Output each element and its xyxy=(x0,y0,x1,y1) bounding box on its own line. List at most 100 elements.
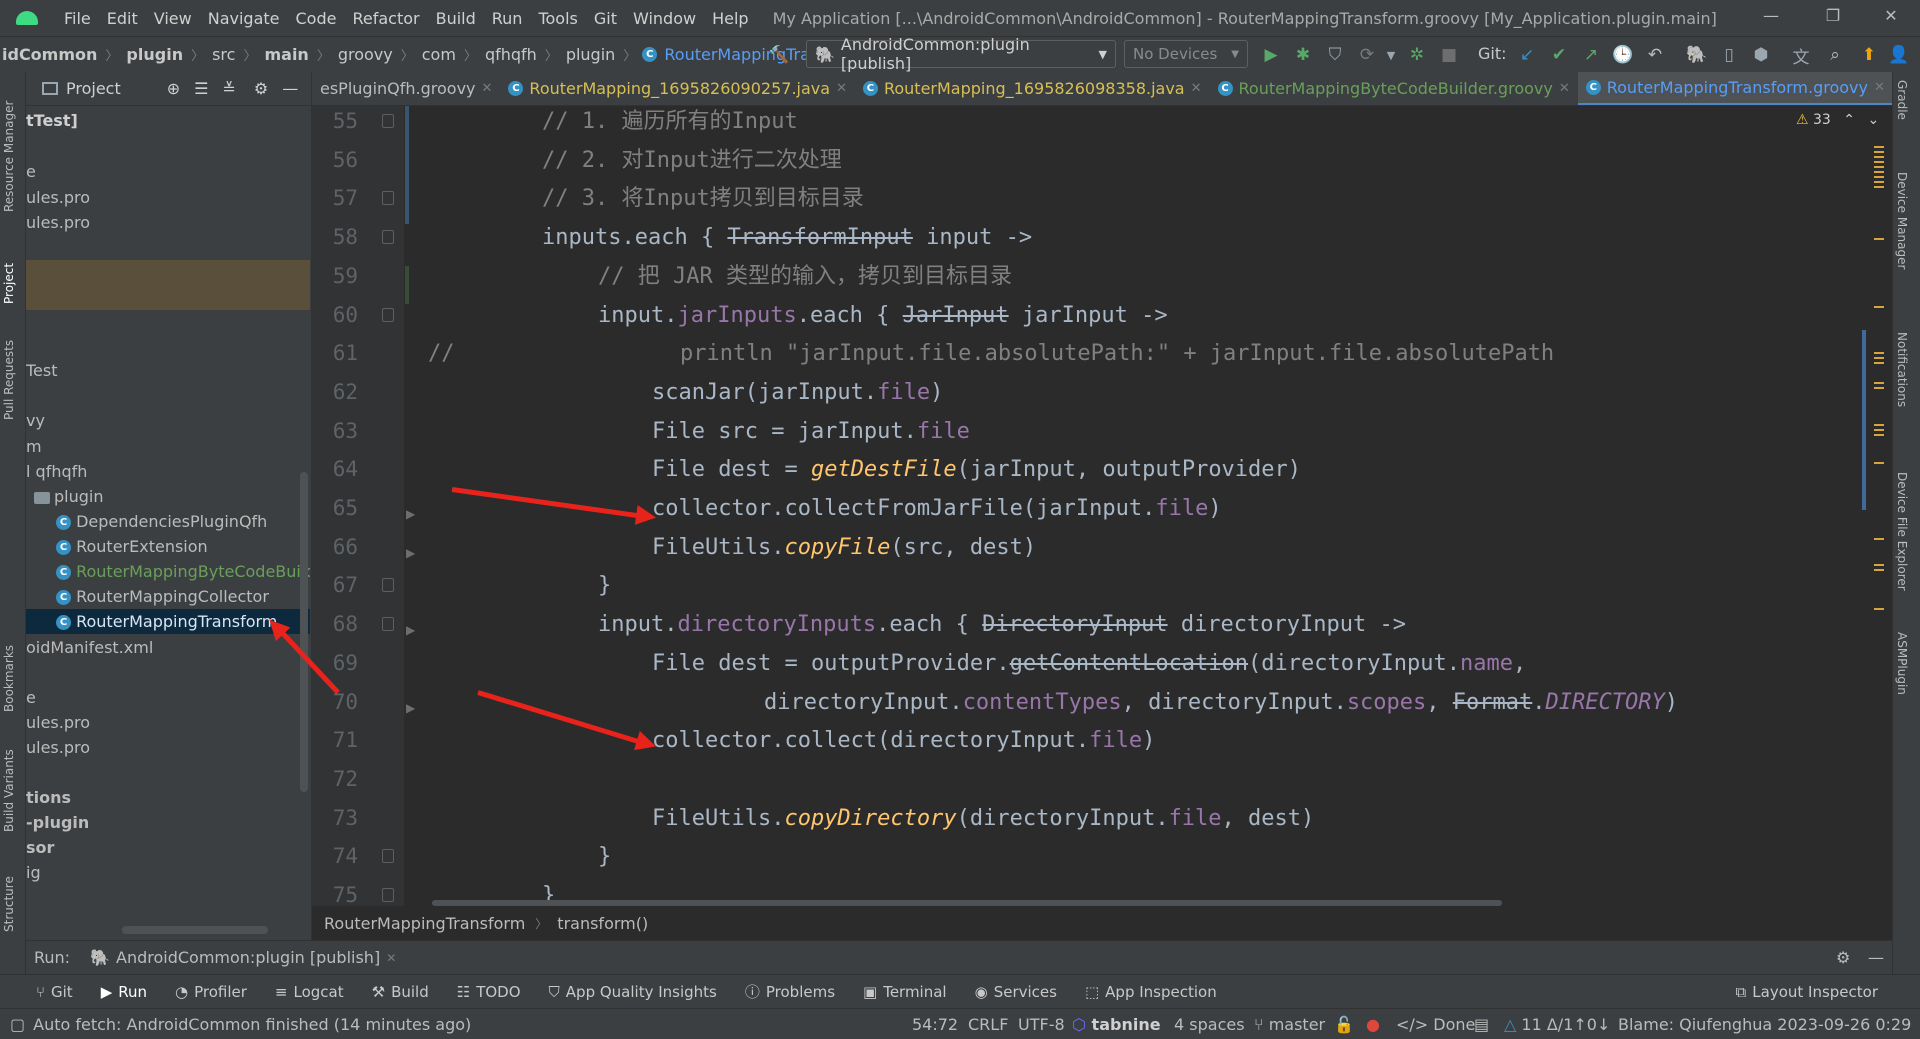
code-line[interactable]: } xyxy=(598,837,611,876)
chevron-up-icon[interactable]: ⌃ xyxy=(1843,112,1855,128)
debug-icon[interactable]: ✱ xyxy=(1292,44,1314,66)
error-icon[interactable]: ● xyxy=(1366,1015,1380,1034)
tree-file[interactable]: C DependenciesPluginQfh xyxy=(26,509,310,534)
rollback-icon[interactable]: ↶ xyxy=(1644,44,1666,66)
attach-debugger-icon[interactable]: ✲ xyxy=(1406,44,1428,66)
code-line[interactable]: println "jarInput.file.absolutePath:" + … xyxy=(680,334,1554,373)
file-encoding[interactable]: UTF-8 xyxy=(1018,1015,1065,1034)
nav-crumb[interactable]: src xyxy=(210,45,237,64)
fold-marker-icon[interactable] xyxy=(382,888,394,902)
horizontal-scrollbar[interactable] xyxy=(122,926,268,934)
collapsed-fold-icon[interactable]: ▶ xyxy=(406,701,415,715)
fold-marker-icon[interactable] xyxy=(382,114,394,128)
tree-item[interactable]: tTest] xyxy=(26,108,310,133)
fold-marker-icon[interactable] xyxy=(382,617,394,632)
chevron-down-icon[interactable]: ▼ xyxy=(1380,44,1402,66)
menu-window[interactable]: Window xyxy=(625,9,704,28)
gear-icon[interactable]: ⚙ xyxy=(254,79,268,98)
line-separator[interactable]: CRLF xyxy=(968,1015,1008,1034)
tree-item[interactable]: l qfhqfh xyxy=(26,459,310,484)
tree-item[interactable]: ules.pro xyxy=(26,185,310,210)
stop-icon[interactable]: ■ xyxy=(1438,44,1460,66)
tree-file[interactable]: C RouterMappingCollector xyxy=(26,584,310,609)
tab-file[interactable]: esPluginQfh.groovy ✕ xyxy=(312,72,500,105)
error-stripe[interactable] xyxy=(1862,146,1884,866)
tool-build[interactable]: ⚒ Build xyxy=(358,983,443,1001)
warnings-indicator[interactable]: ⚠ 33 ⌃ ⌄ xyxy=(1796,112,1879,128)
tool-resource-manager[interactable]: Resource Manager xyxy=(2,101,16,212)
tool-structure[interactable]: Structure xyxy=(2,876,16,932)
notes-icon[interactable]: ▤ xyxy=(1474,1015,1489,1034)
tab-file-active[interactable]: C RouterMappingTransform.groovy ✕ xyxy=(1577,72,1892,105)
status-message[interactable]: Auto fetch: AndroidCommon finished (14 m… xyxy=(33,1015,471,1034)
code-editor[interactable]: 55 56 57 58 59 60 61 62 63 64 65 66 67 68 69 70 71 72 73 74… xyxy=(312,106,1892,906)
code-status[interactable]: </> Done xyxy=(1396,1015,1475,1034)
nav-crumb[interactable]: qfhqfh xyxy=(483,45,539,64)
code-line[interactable]: // xyxy=(428,334,455,373)
tree-item[interactable]: sor xyxy=(26,835,310,860)
menu-run[interactable]: Run xyxy=(484,9,531,28)
close-icon[interactable]: ✕ xyxy=(1191,81,1202,96)
tool-services[interactable]: ◉ Services xyxy=(961,983,1071,1001)
tool-build-variants[interactable]: Build Variants xyxy=(2,749,16,832)
fold-marker-icon[interactable] xyxy=(382,191,394,206)
code-line[interactable]: scanJar(jarInput.file) xyxy=(652,373,943,412)
sdk-manager-icon[interactable]: ⬢ xyxy=(1750,44,1772,66)
vcs-change-marker[interactable] xyxy=(405,266,409,304)
nav-crumb[interactable]: com xyxy=(420,45,458,64)
nav-crumb[interactable]: plugin xyxy=(564,45,617,64)
close-icon[interactable]: ✕ xyxy=(1874,80,1885,95)
tool-git[interactable]: ⑂ Git xyxy=(0,983,87,1001)
fold-marker-icon[interactable] xyxy=(382,849,394,864)
nav-crumb[interactable]: main xyxy=(262,45,310,64)
code-line[interactable]: File dest = getDestFile(jarInput, output… xyxy=(652,450,1301,489)
nav-crumb[interactable]: plugin xyxy=(124,45,185,64)
tree-item[interactable]: ules.pro xyxy=(26,210,310,235)
tool-logcat[interactable]: ≡ Logcat xyxy=(261,983,358,1001)
code-line[interactable]: input.jarInputs.each { JarInput jarInput… xyxy=(598,296,1168,335)
hide-icon[interactable]: — xyxy=(1868,948,1884,967)
coverage-icon[interactable]: ⛉ xyxy=(1324,44,1346,66)
indent-setting[interactable]: 4 spaces xyxy=(1174,1015,1245,1034)
highlighted-tree-row[interactable] xyxy=(26,260,310,310)
tool-device-file-explorer[interactable]: Device File Explorer xyxy=(1895,472,1909,591)
hide-icon[interactable]: — xyxy=(282,79,298,98)
code-line[interactable]: File src = jarInput.file xyxy=(652,412,970,451)
git-branch[interactable]: ⑂ master xyxy=(1254,1015,1325,1034)
device-manager-icon[interactable]: ▯ xyxy=(1718,44,1740,66)
git-push-icon[interactable]: ↗ xyxy=(1580,44,1602,66)
menu-navigate[interactable]: Navigate xyxy=(200,9,288,28)
gradle-sync-icon[interactable]: 🐘 xyxy=(1686,44,1708,66)
code-line[interactable]: // 3. 将Input拷贝到目标目录 xyxy=(542,179,864,218)
tree-item[interactable]: ig xyxy=(26,860,310,885)
search-icon[interactable]: ⌕ xyxy=(1824,44,1846,66)
tree-item[interactable]: vy xyxy=(26,408,310,433)
tool-project[interactable]: Project xyxy=(2,263,16,304)
menu-refactor[interactable]: Refactor xyxy=(344,9,427,28)
tree-item[interactable]: ules.pro xyxy=(26,735,310,760)
close-icon[interactable]: ✕ xyxy=(1559,81,1570,96)
code-line[interactable]: // 1. 遍历所有的Input xyxy=(542,106,798,141)
tree-item[interactable]: e xyxy=(26,159,310,184)
tab-file[interactable]: C RouterMappingByteCodeBuilder.groovy ✕ xyxy=(1210,72,1578,105)
profile-icon[interactable]: ⟳ xyxy=(1356,44,1378,66)
code-line[interactable]: FileUtils.copyDirectory(directoryInput.f… xyxy=(652,799,1314,838)
avatar[interactable]: 👤 xyxy=(1888,44,1910,66)
lock-icon[interactable]: 🔓 xyxy=(1334,1015,1354,1034)
menu-git[interactable]: Git xyxy=(586,9,625,28)
code-line[interactable]: inputs.each { TransformInput input -> xyxy=(542,218,1032,257)
fold-marker-icon[interactable] xyxy=(382,230,394,245)
tool-device-manager[interactable]: Device Manager xyxy=(1895,172,1909,269)
tool-asmplugin[interactable]: ASMPlugin xyxy=(1895,632,1909,695)
code-line[interactable]: // 2. 对Input进行二次处理 xyxy=(542,141,842,180)
collapsed-fold-icon[interactable]: ▶ xyxy=(406,623,415,637)
menu-file[interactable]: File xyxy=(56,9,99,28)
caret-position[interactable]: 54:72 xyxy=(912,1015,958,1034)
tool-notifications[interactable]: Notifications xyxy=(1895,332,1909,407)
vcs-changes[interactable]: △ 11 Δ/1↑0↓ xyxy=(1504,1015,1610,1034)
gear-icon[interactable]: ⚙ xyxy=(1836,948,1850,967)
tool-app-inspection[interactable]: ⬚ App Inspection xyxy=(1071,983,1231,1001)
crosshair-icon[interactable]: ⊕ xyxy=(167,79,180,98)
git-update-icon[interactable]: ↙ xyxy=(1516,44,1538,66)
menu-view[interactable]: View xyxy=(146,9,200,28)
